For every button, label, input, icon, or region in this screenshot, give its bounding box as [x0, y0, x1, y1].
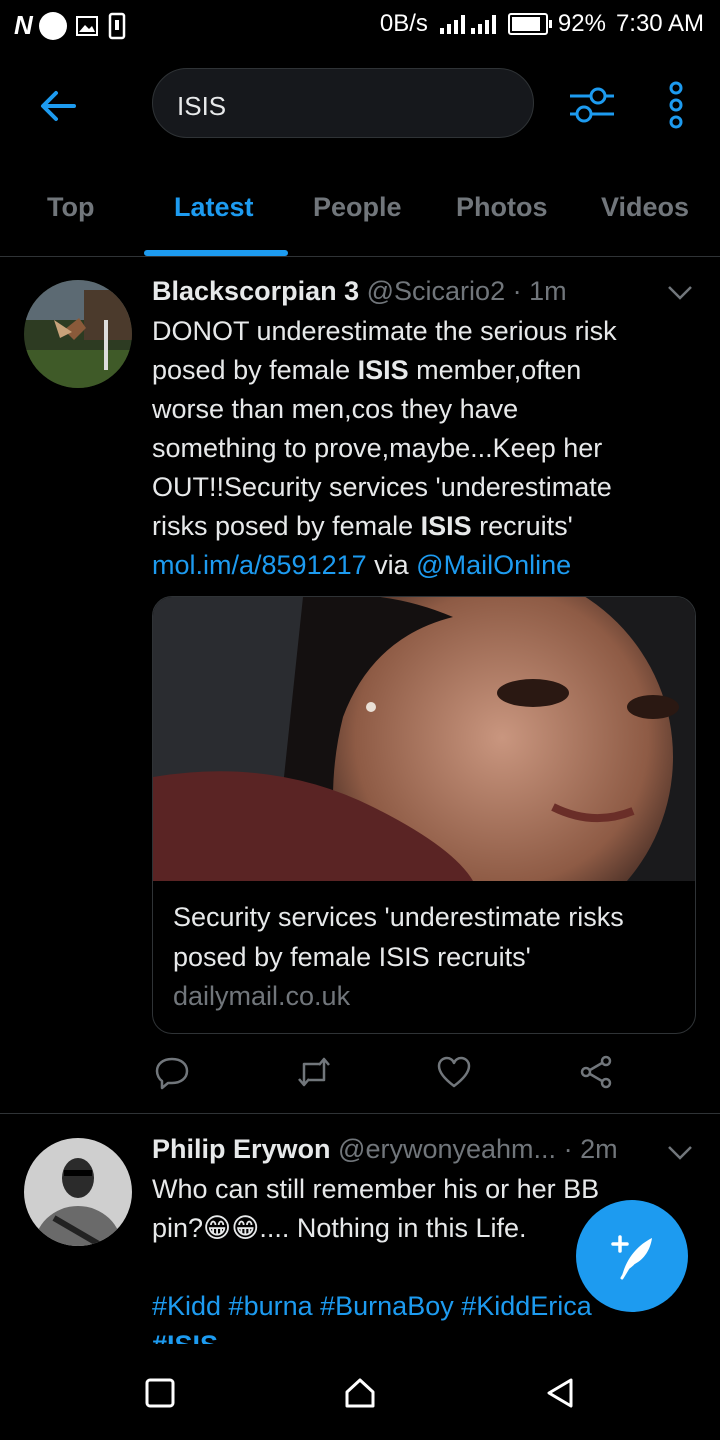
avatar-image: [24, 280, 132, 388]
more-options-icon[interactable]: [664, 80, 688, 130]
card-image: [153, 597, 695, 881]
tweet-line: risks posed by female ISIS recruits': [152, 511, 573, 541]
tab-videos[interactable]: Videos: [601, 192, 689, 223]
tab-latest[interactable]: Latest: [174, 192, 254, 223]
tweet[interactable]: Blackscorpian 3 @Scicario2 · 1m DONOT un…: [0, 256, 720, 1112]
article-link[interactable]: mol.im/a/8591217: [152, 550, 367, 580]
mention-link[interactable]: @MailOnline: [416, 550, 571, 580]
tweet-line: posed by female ISIS member,often: [152, 355, 582, 385]
back-arrow-icon[interactable]: [36, 84, 80, 128]
handle[interactable]: @erywonyeahm...: [338, 1134, 556, 1164]
card-title: Security services 'underestimate risks p…: [173, 902, 624, 972]
notification-dot-icon: [38, 11, 67, 40]
compose-feather-icon: [611, 1235, 652, 1280]
search-query: ISIS: [177, 91, 227, 121]
hashtag-isis[interactable]: #ISIS: [152, 1326, 692, 1344]
tweet-line: something to prove,maybe...Keep her: [152, 433, 603, 463]
reply-icon[interactable]: [154, 1054, 190, 1090]
separator: ·: [563, 1134, 573, 1164]
tweet-line: DONOT underestimate the serious risk: [152, 316, 617, 346]
avatar-image: [24, 1138, 132, 1246]
image-icon: [75, 15, 98, 36]
tweet-line: OUT!!Security services 'underestimate: [152, 472, 612, 502]
timestamp: 2m: [580, 1134, 618, 1164]
back-triangle-icon[interactable]: [543, 1376, 577, 1410]
tweet-header: Blackscorpian 3 @Scicario2 · 1m: [152, 276, 567, 307]
chevron-down-icon[interactable]: [666, 284, 694, 302]
network-badge: N: [14, 10, 33, 40]
home-icon[interactable]: [343, 1376, 377, 1410]
recents-square-icon[interactable]: [143, 1376, 177, 1410]
tweet-line: mol.im/a/8591217 via @MailOnline: [152, 550, 572, 580]
net-speed: 0B/s: [379, 10, 428, 37]
grin-emoji-icon: 😁😁: [203, 1213, 260, 1243]
separator: ·: [512, 276, 522, 306]
avatar[interactable]: [24, 280, 132, 388]
like-icon[interactable]: [436, 1054, 472, 1090]
compose-tweet-button[interactable]: [576, 1200, 688, 1312]
display-name[interactable]: Philip Erywon: [152, 1134, 331, 1164]
status-bar: N 0B/s 92% 7:30 AM: [0, 0, 720, 50]
tweet-header: Philip Erywon @erywonyeahm... · 2m: [152, 1134, 618, 1165]
handle[interactable]: @Scicario2: [367, 276, 505, 306]
battery-icon: [507, 13, 552, 35]
status-left: N: [14, 10, 127, 41]
search-header: ISIS: [0, 62, 720, 148]
search-tabs: Top Latest People Photos Videos: [0, 172, 720, 257]
display-name[interactable]: Blackscorpian 3: [152, 276, 359, 306]
filter-icon[interactable]: [566, 82, 618, 128]
system-nav-bar: [0, 1344, 720, 1440]
signal-icon: [439, 15, 496, 34]
timestamp: 1m: [529, 276, 567, 306]
tweet-actions: [0, 1054, 720, 1094]
avatar[interactable]: [24, 1138, 132, 1246]
tab-top[interactable]: Top: [47, 192, 94, 223]
share-icon[interactable]: [578, 1054, 614, 1090]
link-card[interactable]: Security services 'underestimate risks p…: [152, 596, 696, 1034]
tab-people[interactable]: People: [313, 192, 402, 223]
phone-icon: [108, 12, 126, 39]
tweet-line: worse than men,cos they have: [152, 394, 519, 424]
card-domain: dailymail.co.uk: [173, 981, 351, 1011]
clock: 7:30 AM: [615, 10, 704, 37]
status-right: 0B/s 92% 7:30 AM: [380, 10, 704, 38]
tab-photos[interactable]: Photos: [456, 192, 548, 223]
battery-level: 92%: [557, 10, 606, 37]
search-input[interactable]: ISIS: [152, 68, 534, 138]
tweet-text: DONOT underestimate the serious risk pos…: [152, 312, 692, 585]
retweet-icon[interactable]: [296, 1054, 332, 1090]
chevron-down-icon[interactable]: [666, 1144, 694, 1162]
